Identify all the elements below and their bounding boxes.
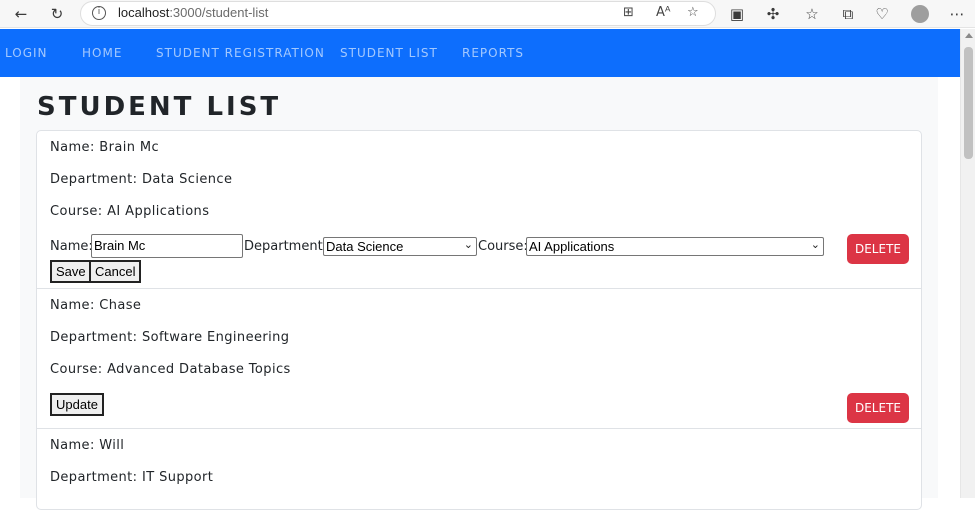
- chevron-down-icon: ⌄: [810, 239, 820, 251]
- nav-student-list[interactable]: STUDENT LIST: [340, 46, 438, 60]
- nav-reports[interactable]: REPORTS: [462, 46, 524, 60]
- student-course: Course: Advanced Database Topics: [50, 362, 291, 377]
- extension-icon[interactable]: ▣: [725, 3, 749, 25]
- apps-icon[interactable]: ⊞: [623, 5, 634, 20]
- url-text: localhost:3000/student-list: [118, 5, 269, 20]
- edit-name-input[interactable]: Brain Mc: [91, 234, 243, 258]
- scroll-up-icon[interactable]: [965, 33, 973, 38]
- student-course: Course: AI Applications: [50, 204, 210, 219]
- student-name: Name: Will: [50, 438, 125, 453]
- edit-department-label: Department:: [244, 239, 328, 254]
- edit-course-value: AI Applications: [529, 239, 615, 254]
- update-button[interactable]: Update: [50, 393, 104, 416]
- more-icon[interactable]: ⋯: [945, 3, 969, 25]
- main-container: STUDENT LIST Name: Brain Mc Department: …: [20, 77, 938, 510]
- edit-department-value: Data Science: [326, 239, 404, 254]
- top-navbar: LOGIN HOME STUDENT REGISTRATION STUDENT …: [0, 29, 960, 77]
- read-aloud-icon[interactable]: Aᴬ: [656, 5, 671, 20]
- info-icon[interactable]: i: [92, 6, 106, 20]
- nav-student-registration[interactable]: STUDENT REGISTRATION: [156, 46, 325, 60]
- delete-button[interactable]: DELETE: [847, 234, 909, 264]
- page-title: STUDENT LIST: [37, 92, 282, 122]
- student-department: Department: Data Science: [50, 172, 233, 187]
- student-name: Name: Brain Mc: [50, 140, 160, 155]
- student-card: Name: Will Department: IT Support: [37, 429, 921, 509]
- student-name: Name: Chase: [50, 298, 142, 313]
- collections-icon[interactable]: ⧉: [836, 3, 860, 25]
- back-icon[interactable]: ←: [9, 3, 33, 25]
- nav-home[interactable]: HOME: [82, 46, 122, 60]
- refresh-icon[interactable]: ↻: [45, 3, 69, 25]
- browser-toolbar: ← ↻ i localhost:3000/student-list ⊞ Aᴬ ☆…: [0, 0, 975, 28]
- student-department: Department: IT Support: [50, 470, 214, 485]
- cancel-button[interactable]: Cancel: [89, 260, 142, 283]
- edit-course-select[interactable]: AI Applications ⌄: [526, 237, 824, 256]
- student-list: Name: Brain Mc Department: Data Science …: [36, 130, 922, 510]
- delete-button[interactable]: DELETE: [847, 393, 909, 423]
- edit-name-label: Name:: [50, 239, 93, 254]
- scroll-thumb[interactable]: [964, 47, 973, 159]
- edit-department-select[interactable]: Data Science ⌄: [323, 237, 477, 256]
- address-bar[interactable]: i localhost:3000/student-list ⊞ Aᴬ ☆: [80, 1, 716, 26]
- student-department: Department: Software Engineering: [50, 330, 290, 345]
- student-card: Name: Chase Department: Software Enginee…: [37, 289, 921, 429]
- chevron-down-icon: ⌄: [463, 239, 473, 251]
- health-icon[interactable]: ♡: [870, 3, 894, 25]
- favorites-bar-icon[interactable]: ☆: [800, 3, 824, 25]
- puzzle-icon[interactable]: ✣: [761, 3, 785, 25]
- profile-icon[interactable]: [907, 3, 931, 25]
- page-scrollbar[interactable]: [960, 29, 975, 498]
- edit-course-label: Course:: [478, 239, 528, 254]
- student-card: Name: Brain Mc Department: Data Science …: [37, 131, 921, 289]
- save-button[interactable]: Save: [50, 260, 92, 283]
- favorite-icon[interactable]: ☆: [687, 5, 699, 20]
- nav-login[interactable]: LOGIN: [5, 46, 48, 60]
